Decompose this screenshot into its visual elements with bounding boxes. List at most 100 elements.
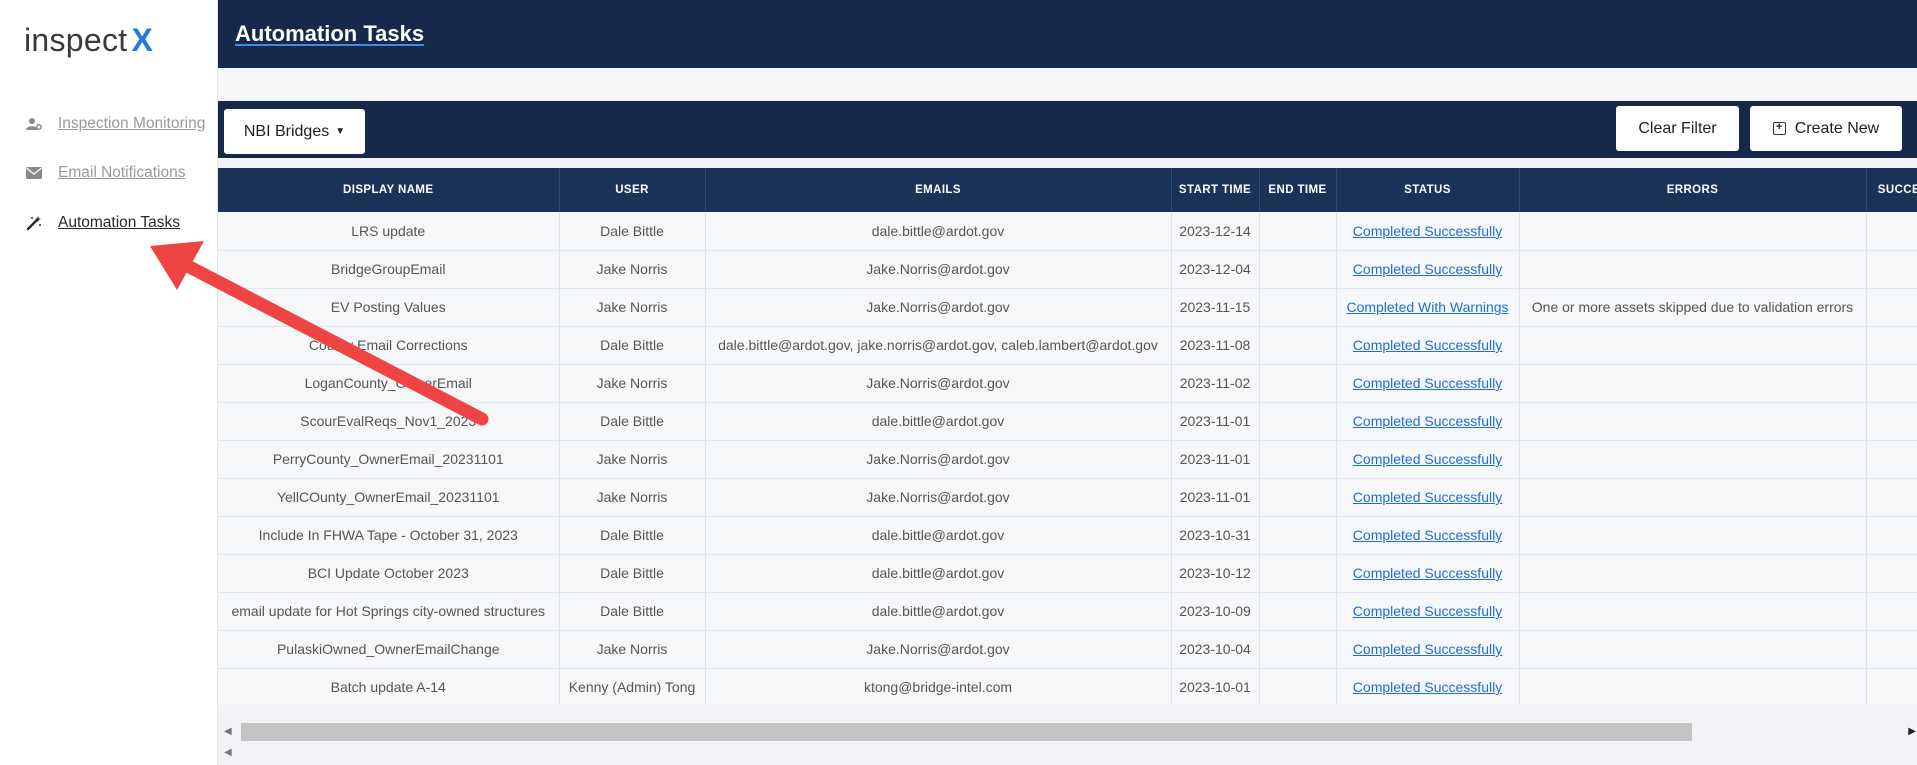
table-row[interactable]: ScourEvalReqs_Nov1_2023 Dale Bittle dale.b… bbox=[218, 402, 1917, 441]
cell-emails: Jake.Norris@ardot.gov bbox=[705, 440, 1172, 479]
cell-success bbox=[1866, 592, 1917, 631]
column-header-status[interactable]: STATUS bbox=[1336, 168, 1520, 212]
page-title[interactable]: Automation Tasks bbox=[235, 21, 424, 47]
sidebar-item-email-notifications[interactable]: Email Notifications bbox=[24, 163, 186, 183]
table-row[interactable]: EV Posting Values Jake Norris Jake.Norris@… bbox=[218, 288, 1917, 327]
table-row[interactable]: email update for Hot Springs city-owned … bbox=[218, 592, 1917, 631]
cell-errors bbox=[1519, 212, 1867, 251]
secondary-scroll-left-arrow-icon[interactable]: ◀ bbox=[224, 747, 232, 758]
table-header-row: DISPLAY NAME USER EMAILS START TIME END … bbox=[218, 168, 1917, 212]
cell-end-time bbox=[1259, 364, 1337, 403]
sidebar-item-automation-tasks[interactable]: Automation Tasks bbox=[24, 213, 180, 233]
cell-user: Dale Bittle bbox=[559, 402, 706, 441]
status-link[interactable]: Completed Successfully bbox=[1353, 223, 1502, 239]
logo-text: inspect bbox=[24, 22, 128, 58]
table-row[interactable]: PerryCounty_OwnerEmail_20231101 Jake Norr… bbox=[218, 440, 1917, 479]
scroll-right-arrow-icon[interactable]: ▶ bbox=[1908, 726, 1916, 737]
user-gear-icon bbox=[24, 114, 44, 134]
cell-end-time bbox=[1259, 440, 1337, 479]
header-spacer bbox=[218, 68, 1917, 101]
table-row[interactable]: LoganCounty_OwnerEmail Jake Norris Jake.No… bbox=[218, 364, 1917, 403]
cell-start-time: 2023-11-08 bbox=[1171, 326, 1260, 365]
cell-emails: dale.bittle@ardot.gov bbox=[705, 402, 1172, 441]
cell-user: Jake Norris bbox=[559, 630, 706, 669]
cell-display-name: County Email Corrections bbox=[218, 326, 560, 365]
column-header-display-name[interactable]: DISPLAY NAME bbox=[218, 168, 560, 212]
scroll-left-arrow-icon[interactable]: ◀ bbox=[224, 726, 232, 737]
scrollbar-thumb[interactable] bbox=[241, 723, 1692, 741]
column-header-end-time[interactable]: END TIME bbox=[1259, 168, 1337, 212]
table-row[interactable]: BridgeGroupEmail Jake Norris Jake.Norris@a… bbox=[218, 250, 1917, 289]
cell-errors bbox=[1519, 250, 1867, 289]
table-row[interactable]: Batch update A-14 Kenny (Admin) Tong ktong… bbox=[218, 668, 1917, 705]
cell-end-time bbox=[1259, 516, 1337, 555]
status-link[interactable]: Completed Successfully bbox=[1353, 565, 1502, 581]
horizontal-scrollbar[interactable]: ◀ ▶ bbox=[224, 723, 1916, 741]
cell-errors bbox=[1519, 326, 1867, 365]
cell-errors bbox=[1519, 402, 1867, 441]
column-header-errors[interactable]: ERRORS bbox=[1519, 168, 1867, 212]
status-link[interactable]: Completed With Warnings bbox=[1346, 299, 1508, 315]
status-link[interactable]: Completed Successfully bbox=[1353, 489, 1502, 505]
cell-user: Dale Bittle bbox=[559, 516, 706, 555]
cell-success bbox=[1866, 364, 1917, 403]
table-row[interactable]: LRS update Dale Bittle dale.bittle@ardot.g… bbox=[218, 212, 1917, 251]
cell-display-name: PulaskiOwned_OwnerEmailChange bbox=[218, 630, 560, 669]
table-row[interactable]: PulaskiOwned_OwnerEmailChange Jake Norris… bbox=[218, 630, 1917, 669]
column-header-user[interactable]: USER bbox=[559, 168, 706, 212]
cell-emails: dale.bittle@ardot.gov bbox=[705, 212, 1172, 251]
status-link[interactable]: Completed Successfully bbox=[1353, 337, 1502, 353]
clear-filter-button[interactable]: Clear Filter bbox=[1616, 106, 1739, 151]
column-header-success[interactable]: SUCCESS bbox=[1866, 168, 1917, 212]
cell-user: Dale Bittle bbox=[559, 212, 706, 251]
app-logo[interactable]: inspect X bbox=[24, 22, 153, 59]
status-link[interactable]: Completed Successfully bbox=[1353, 261, 1502, 277]
cell-status: Completed Successfully bbox=[1336, 516, 1520, 555]
cell-emails: Jake.Norris@ardot.gov bbox=[705, 250, 1172, 289]
cell-end-time bbox=[1259, 402, 1337, 441]
cell-success bbox=[1866, 212, 1917, 251]
cell-success bbox=[1866, 402, 1917, 441]
cell-emails: dale.bittle@ardot.gov bbox=[705, 516, 1172, 555]
cell-status: Completed Successfully bbox=[1336, 326, 1520, 365]
column-header-start-time[interactable]: START TIME bbox=[1171, 168, 1260, 212]
filter-dropdown-button[interactable]: NBI Bridges ▼ bbox=[224, 109, 365, 154]
cell-errors bbox=[1519, 516, 1867, 555]
header-bar: Automation Tasks bbox=[218, 0, 1917, 68]
cell-end-time bbox=[1259, 250, 1337, 289]
create-new-label: Create New bbox=[1794, 119, 1880, 137]
cell-success bbox=[1866, 250, 1917, 289]
status-link[interactable]: Completed Successfully bbox=[1353, 413, 1502, 429]
cell-user: Dale Bittle bbox=[559, 554, 706, 593]
clear-filter-label: Clear Filter bbox=[1638, 119, 1717, 137]
table-row[interactable]: YellCOunty_OwnerEmail_20231101 Jake Norri… bbox=[218, 478, 1917, 517]
status-link[interactable]: Completed Successfully bbox=[1353, 641, 1502, 657]
cell-status: Completed With Warnings bbox=[1336, 288, 1520, 327]
column-header-emails[interactable]: EMAILS bbox=[705, 168, 1172, 212]
cell-success bbox=[1866, 288, 1917, 327]
cell-user: Jake Norris bbox=[559, 288, 706, 327]
status-link[interactable]: Completed Successfully bbox=[1353, 603, 1502, 619]
table-row[interactable]: Include In FHWA Tape - October 31, 2023 D… bbox=[218, 516, 1917, 555]
cell-errors bbox=[1519, 440, 1867, 479]
status-link[interactable]: Completed Successfully bbox=[1353, 527, 1502, 543]
status-link[interactable]: Completed Successfully bbox=[1353, 679, 1502, 695]
cell-errors bbox=[1519, 668, 1867, 705]
cell-status: Completed Successfully bbox=[1336, 364, 1520, 403]
cell-emails: ktong@bridge-intel.com bbox=[705, 668, 1172, 705]
cell-status: Completed Successfully bbox=[1336, 630, 1520, 669]
cell-display-name: BridgeGroupEmail bbox=[218, 250, 560, 289]
cell-emails: dale.bittle@ardot.gov bbox=[705, 554, 1172, 593]
create-new-button[interactable]: + Create New bbox=[1750, 106, 1902, 151]
status-link[interactable]: Completed Successfully bbox=[1353, 375, 1502, 391]
cell-display-name: LoganCounty_OwnerEmail bbox=[218, 364, 560, 403]
grid-gap bbox=[218, 158, 1917, 168]
table-row[interactable]: County Email Corrections Dale Bittle dale.… bbox=[218, 326, 1917, 365]
table-row[interactable]: BCI Update October 2023 Dale Bittle dale.b… bbox=[218, 554, 1917, 593]
status-link[interactable]: Completed Successfully bbox=[1353, 451, 1502, 467]
cell-display-name: YellCOunty_OwnerEmail_20231101 bbox=[218, 478, 560, 517]
plus-square-icon: + bbox=[1772, 122, 1786, 135]
cell-errors bbox=[1519, 554, 1867, 593]
cell-user: Jake Norris bbox=[559, 440, 706, 479]
sidebar-item-inspection-monitoring[interactable]: Inspection Monitoring bbox=[24, 114, 205, 134]
